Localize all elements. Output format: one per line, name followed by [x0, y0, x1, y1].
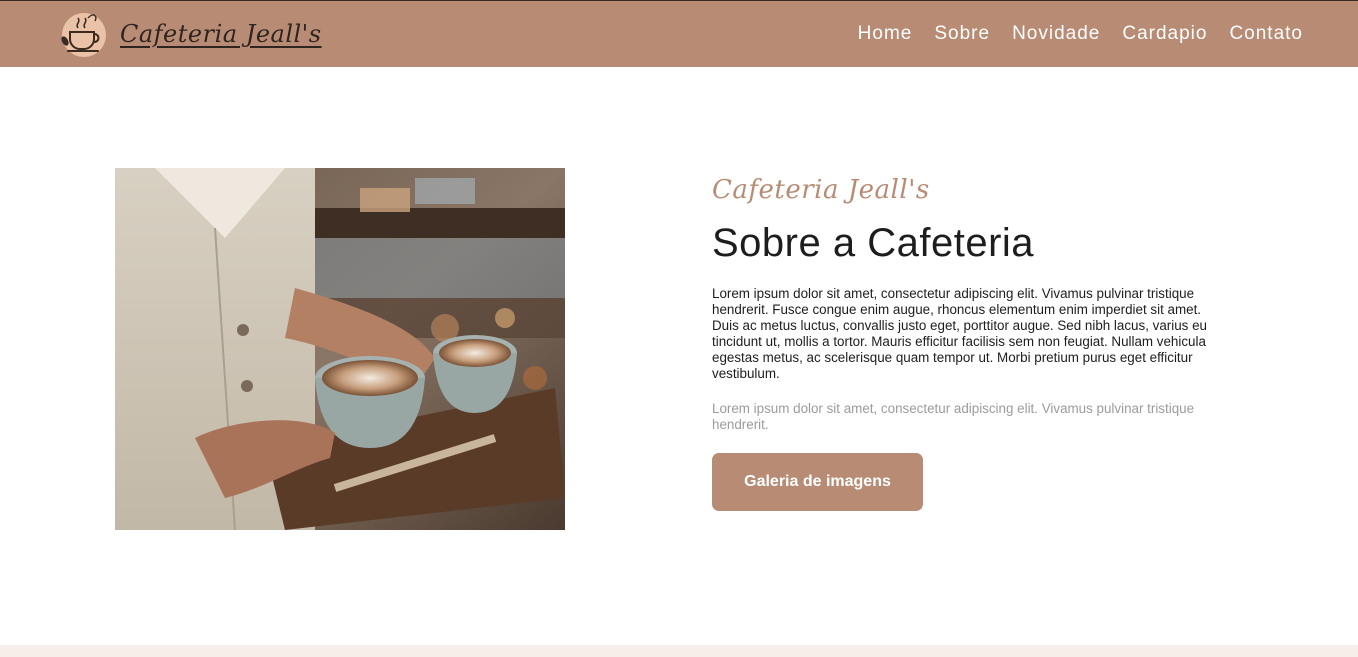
- gallery-button[interactable]: Galeria de imagens: [712, 453, 923, 511]
- nav-cardapio[interactable]: Cardapio: [1122, 23, 1207, 45]
- coffee-cup-icon: [58, 8, 110, 60]
- barista-coffee-photo: [115, 168, 565, 530]
- brand[interactable]: Cafeteria Jeall's: [58, 8, 322, 60]
- main-nav: Home Sobre Novidade Cardapio Contato: [858, 23, 1303, 45]
- about-paragraph: Lorem ipsum dolor sit amet, consectetur …: [712, 286, 1207, 381]
- nav-home[interactable]: Home: [858, 23, 913, 45]
- about-paragraph-muted: Lorem ipsum dolor sit amet, consectetur …: [712, 401, 1195, 432]
- brand-name: Cafeteria Jeall's: [120, 20, 322, 48]
- nav-sobre[interactable]: Sobre: [934, 23, 990, 45]
- page-title: Sobre a Cafeteria: [712, 221, 1035, 265]
- navbar: Cafeteria Jeall's Home Sobre Novidade Ca…: [0, 1, 1358, 67]
- section-script-title: Cafeteria Jeall's: [712, 175, 930, 205]
- about-section: Cafeteria Jeall's Sobre a Cafeteria Lore…: [712, 175, 1217, 511]
- nav-contato[interactable]: Contato: [1229, 23, 1303, 45]
- footer-band: [0, 645, 1358, 657]
- nav-novidade[interactable]: Novidade: [1012, 23, 1100, 45]
